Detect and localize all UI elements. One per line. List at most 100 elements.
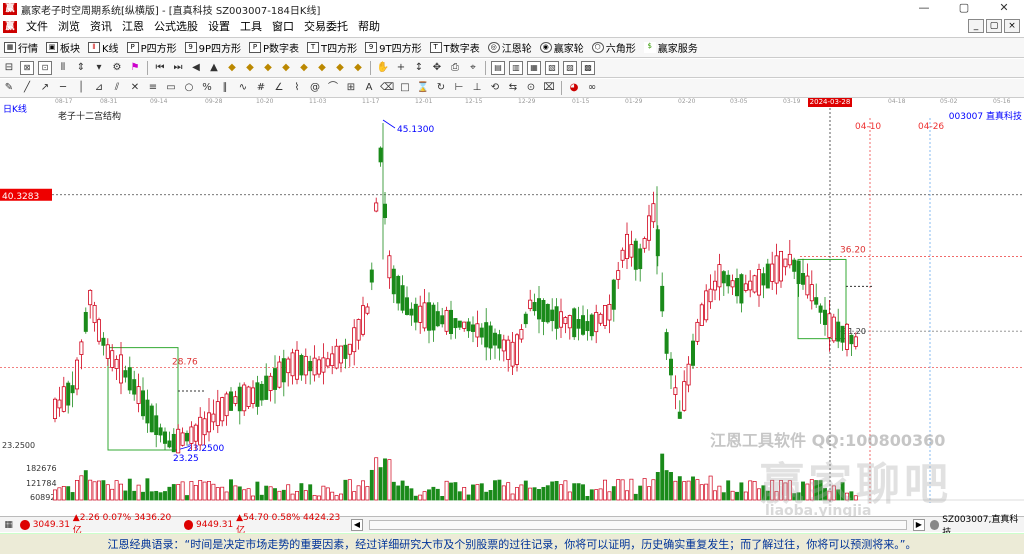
calc-icon[interactable]: ▦ (2, 518, 15, 532)
diamond-1-icon[interactable]: ◆ (225, 61, 239, 75)
menu-formula[interactable]: 公式选股 (149, 18, 203, 36)
tool-4-icon[interactable]: ▧ (545, 61, 559, 75)
menu-settings[interactable]: 设置 (203, 18, 235, 36)
last-icon[interactable]: ⏭ (171, 61, 185, 75)
menu-window[interactable]: 窗口 (267, 18, 299, 36)
tool-1-icon[interactable]: ▤ (491, 61, 505, 75)
toolbar-p-square-button[interactable]: P P四方形 (123, 39, 181, 57)
diamond-2-icon[interactable]: ◆ (243, 61, 257, 75)
split-icon[interactable]: ⊥ (470, 81, 484, 95)
fan-icon[interactable]: ⊿ (92, 81, 106, 95)
toolbar-p-table-button[interactable]: P P数字表 (245, 39, 303, 57)
lock-icon[interactable]: ⊙ (524, 81, 538, 95)
minimize-button[interactable]: — (904, 0, 944, 18)
bars-icon[interactable]: ⫴ (56, 61, 70, 75)
toolbar-service-button[interactable]: $ 赢家服务 (640, 39, 702, 57)
wave-icon[interactable]: ⌇ (290, 81, 304, 95)
mirror-icon[interactable]: ⇆ (506, 81, 520, 95)
menu-gann[interactable]: 江恩 (117, 18, 149, 36)
menu-trade[interactable]: 交易委托 (299, 18, 353, 36)
zoom-icon[interactable]: ⌖ (466, 61, 480, 75)
prev-icon[interactable]: ◀ (189, 61, 203, 75)
diamond-5-icon[interactable]: ◆ (297, 61, 311, 75)
toolbar-9t-square-button[interactable]: 9 9T四方形 (361, 39, 425, 57)
circle-icon[interactable]: ○ (182, 81, 196, 95)
percent-icon[interactable]: % (200, 81, 214, 95)
close-button[interactable]: ✕ (984, 0, 1024, 18)
menu-grip-icon[interactable]: ⊟ (2, 61, 16, 75)
box-tool-icon[interactable]: ⊞ (344, 81, 358, 95)
toolbar-quote-button[interactable]: ▦ 行情 (0, 39, 42, 57)
diamond-3-icon[interactable]: ◆ (261, 61, 275, 75)
menu-file[interactable]: 文件 (21, 18, 53, 36)
ray-icon[interactable]: ↗ (38, 81, 52, 95)
candles-icon[interactable]: ⇕ (74, 61, 88, 75)
channel-icon[interactable]: ⫽ (110, 81, 124, 95)
tool-2-icon[interactable]: ▥ (509, 61, 523, 75)
grid-tool-icon[interactable]: # (254, 81, 268, 95)
spiral-icon[interactable]: @ (308, 81, 322, 95)
menu-browse[interactable]: 浏览 (53, 18, 85, 36)
tool-6-icon[interactable]: ▩ (581, 61, 595, 75)
mdi-close-button[interactable]: × (1004, 19, 1020, 33)
scroll-right-button[interactable]: ▶ (913, 518, 925, 531)
infinity-icon[interactable]: ∞ (585, 81, 599, 95)
line-icon[interactable]: ╱ (20, 81, 34, 95)
cross-icon[interactable]: ✕ (128, 81, 142, 95)
diamond-7-icon[interactable]: ◆ (333, 61, 347, 75)
diamond-8-icon[interactable]: ◆ (351, 61, 365, 75)
settings-icon[interactable]: ⚙ (110, 61, 124, 75)
chart-icon[interactable]: ⊠ (20, 61, 34, 75)
square-tool-icon[interactable]: □ (398, 81, 412, 95)
menu-help[interactable]: 帮助 (353, 18, 385, 36)
dropdown-icon[interactable]: ▾ (92, 61, 106, 75)
fib-icon[interactable]: ≡ (146, 81, 160, 95)
curve-icon[interactable]: ∿ (236, 81, 250, 95)
angle-icon[interactable]: ∠ (272, 81, 286, 95)
menu-info[interactable]: 资讯 (85, 18, 117, 36)
eraser-icon[interactable]: ⌫ (380, 81, 394, 95)
arrow-icon[interactable]: ↕ (412, 61, 426, 75)
cycle-icon[interactable]: ↻ (434, 81, 448, 95)
color-icon[interactable]: ◕ (567, 81, 581, 95)
tool-5-icon[interactable]: ▨ (563, 61, 577, 75)
horizontal-scrollbar[interactable] (368, 519, 907, 530)
measure-icon[interactable]: ⊢ (452, 81, 466, 95)
menu-app-icon[interactable]: 赢 (3, 21, 17, 33)
toolbar-9p-square-button[interactable]: 9 9P四方形 (181, 39, 245, 57)
hline-icon[interactable]: ─ (56, 81, 70, 95)
toolbar-hexagon-button[interactable]: ⬡ 六角形 (588, 39, 640, 57)
vline-icon[interactable]: │ (74, 81, 88, 95)
rotate-icon[interactable]: ⟲ (488, 81, 502, 95)
text-icon[interactable]: A (362, 81, 376, 95)
toolbar-kline-button[interactable]: ⫴ K线 (84, 39, 123, 57)
diamond-6-icon[interactable]: ◆ (315, 61, 329, 75)
up-icon[interactable]: ▲ (207, 61, 221, 75)
snapshot-icon[interactable]: ⎙ (448, 61, 462, 75)
delete-icon[interactable]: ⌧ (542, 81, 556, 95)
kline-chart[interactable]: 40.3283 23.2500 04-10 04-26 28.76 36.20 31.20 4… (0, 108, 1024, 514)
first-icon[interactable]: ⏮ (153, 61, 167, 75)
arc-icon[interactable]: ⌒ (326, 81, 340, 95)
menu-tools[interactable]: 工具 (235, 18, 267, 36)
timer-icon[interactable]: ⌛ (416, 81, 430, 95)
parallel-icon[interactable]: ∥ (218, 81, 232, 95)
hand-icon[interactable]: ✋ (376, 61, 390, 75)
mdi-minimize-button[interactable]: _ (968, 19, 984, 33)
diamond-4-icon[interactable]: ◆ (279, 61, 293, 75)
toolbar-gann-wheel-button[interactable]: ◎ 江恩轮 (484, 39, 536, 57)
crosshair-icon[interactable]: + (394, 61, 408, 75)
move-icon[interactable]: ✥ (430, 61, 444, 75)
layout-icon[interactable]: ⊡ (38, 61, 52, 75)
maximize-button[interactable]: ▢ (944, 0, 984, 18)
toolbar-winner-wheel-button[interactable]: ◉ 赢家轮 (536, 39, 588, 57)
mdi-restore-button[interactable]: ▢ (986, 19, 1002, 33)
toolbar-t-table-button[interactable]: T T数字表 (426, 39, 484, 57)
pen-icon[interactable]: ✎ (2, 81, 16, 95)
rect-icon[interactable]: ▭ (164, 81, 178, 95)
toolbar-t-square-button[interactable]: T T四方形 (303, 39, 361, 57)
flag-icon[interactable]: ⚑ (128, 61, 142, 75)
scroll-left-button[interactable]: ◀ (351, 518, 363, 531)
tool-3-icon[interactable]: ▦ (527, 61, 541, 75)
toolbar-sector-button[interactable]: ▣ 板块 (42, 39, 84, 57)
